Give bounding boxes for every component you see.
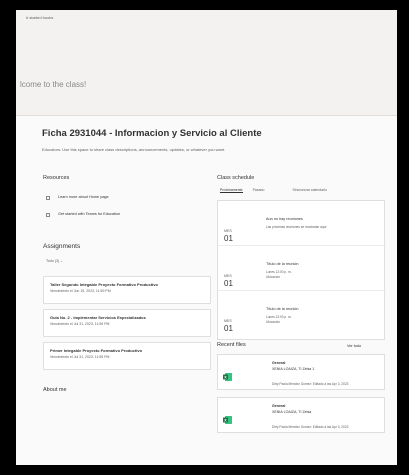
sync-calendar-tab[interactable]: Sincronizar calendario: [292, 188, 327, 193]
assignment-title: Taller Segundo Integable Proyecto Format…: [50, 282, 158, 287]
schedule-list: MES 01 Aún no hay reuniones Las próximas…: [217, 200, 386, 340]
banner-tag: # started books: [26, 15, 54, 20]
event-month: MES: [224, 319, 232, 323]
event-day: 01: [224, 324, 233, 333]
file-meta: Dirty Paola Mendez Gomez: Editado a las …: [272, 382, 349, 386]
schedule-event[interactable]: MES 01 Título de la reunión Lunes 12:00 …: [218, 291, 386, 336]
event-month: MES: [224, 229, 232, 233]
event-day: 01: [224, 279, 233, 288]
resource-label: Learn more about Home page: [58, 195, 109, 199]
event-title: Título de la reunión: [266, 307, 299, 311]
event-month: MES: [224, 274, 232, 278]
teams-class-home: # started books lcome to the class! Fich…: [16, 10, 397, 465]
schedule-event[interactable]: MES 01 Título de la reunión Lunes 12:00 …: [218, 246, 386, 291]
assignment-due: Vencimiento el Jul 31, 2023, 11:59 PM: [50, 322, 110, 326]
file-name: XENIA LOAIZA, TI Zelsa 1: [272, 367, 315, 371]
excel-file-icon: X: [223, 416, 232, 424]
event-time: Lunes 12:00 p. m.: [266, 315, 292, 319]
document-icon: [46, 195, 50, 200]
resources-heading: Resources: [43, 175, 70, 181]
assignment-card[interactable]: Guia No. 2 - Implementar Servicios Espec…: [43, 309, 211, 337]
event-title: Aún no hay reuniones: [266, 217, 303, 221]
tab-upcoming[interactable]: Próximamente: [220, 188, 243, 193]
document-icon: [46, 212, 50, 217]
event-location: Ubicación: [266, 275, 280, 279]
event-title: Título de la reunión: [266, 262, 299, 266]
assignment-card[interactable]: Taller Segundo Integable Proyecto Format…: [43, 276, 211, 304]
welcome-text: lcome to the class!: [20, 80, 87, 89]
excel-file-icon: X: [223, 373, 232, 381]
assignment-title: Primer Integable Proyecto Formativo Prod…: [50, 348, 143, 353]
about-heading: About me: [43, 387, 67, 393]
schedule-heading: Class schedule: [217, 175, 255, 181]
recent-files-heading: Recent files: [217, 342, 246, 348]
class-banner: # started books lcome to the class!: [16, 10, 397, 116]
assignments-heading: Assignments: [43, 243, 81, 250]
resource-item[interactable]: Learn more about Home page: [46, 195, 166, 200]
assignment-due: Vencimiento el Jun 15, 2023, 11:59 PM: [50, 289, 111, 293]
resource-label: Get started with Teams for Education: [58, 212, 121, 216]
file-channel: General: [272, 361, 286, 365]
assignments-filter[interactable]: Todo (3) ⌄: [46, 259, 63, 263]
recent-file-card[interactable]: X General XENIA LOAIZA, TI Zelsa 1 Dirty…: [217, 354, 385, 390]
file-meta: Dirty Paola Mendez Gomez: Editado a las …: [272, 425, 349, 429]
assignment-card[interactable]: Primer Integable Proyecto Formativo Prod…: [43, 342, 211, 370]
assignment-title: Guia No. 2 - Implementar Servicios Espec…: [50, 315, 146, 320]
file-channel: General: [272, 404, 286, 408]
recent-file-card[interactable]: X General XENIA LOAIZA, TI Zelsa Dirty P…: [217, 397, 385, 433]
event-subtitle: Las próximas reuniones se mostrarán aquí: [266, 225, 327, 229]
file-name: XENIA LOAIZA, TI Zelsa: [272, 410, 312, 414]
schedule-event[interactable]: MES 01 Aún no hay reuniones Las próximas…: [218, 201, 386, 246]
see-all-link[interactable]: Ver todo: [347, 344, 361, 348]
assignment-due: Vencimiento el Jul 31, 2023, 11:59 PM: [50, 355, 110, 359]
resource-item[interactable]: Get started with Teams for Education: [46, 212, 166, 217]
event-time: Lunes 12:00 p. m.: [266, 270, 292, 274]
page-title: Ficha 2931044 - Informacion y Servicio a…: [42, 128, 262, 139]
schedule-tabs: Próximamente Pasado Sincronizar calendar…: [220, 188, 327, 193]
event-day: 01: [224, 234, 233, 243]
tab-past[interactable]: Pasado: [253, 188, 265, 193]
page-subtitle: Educators: Use this space to share class…: [42, 147, 226, 152]
event-location: Ubicación: [266, 320, 280, 324]
